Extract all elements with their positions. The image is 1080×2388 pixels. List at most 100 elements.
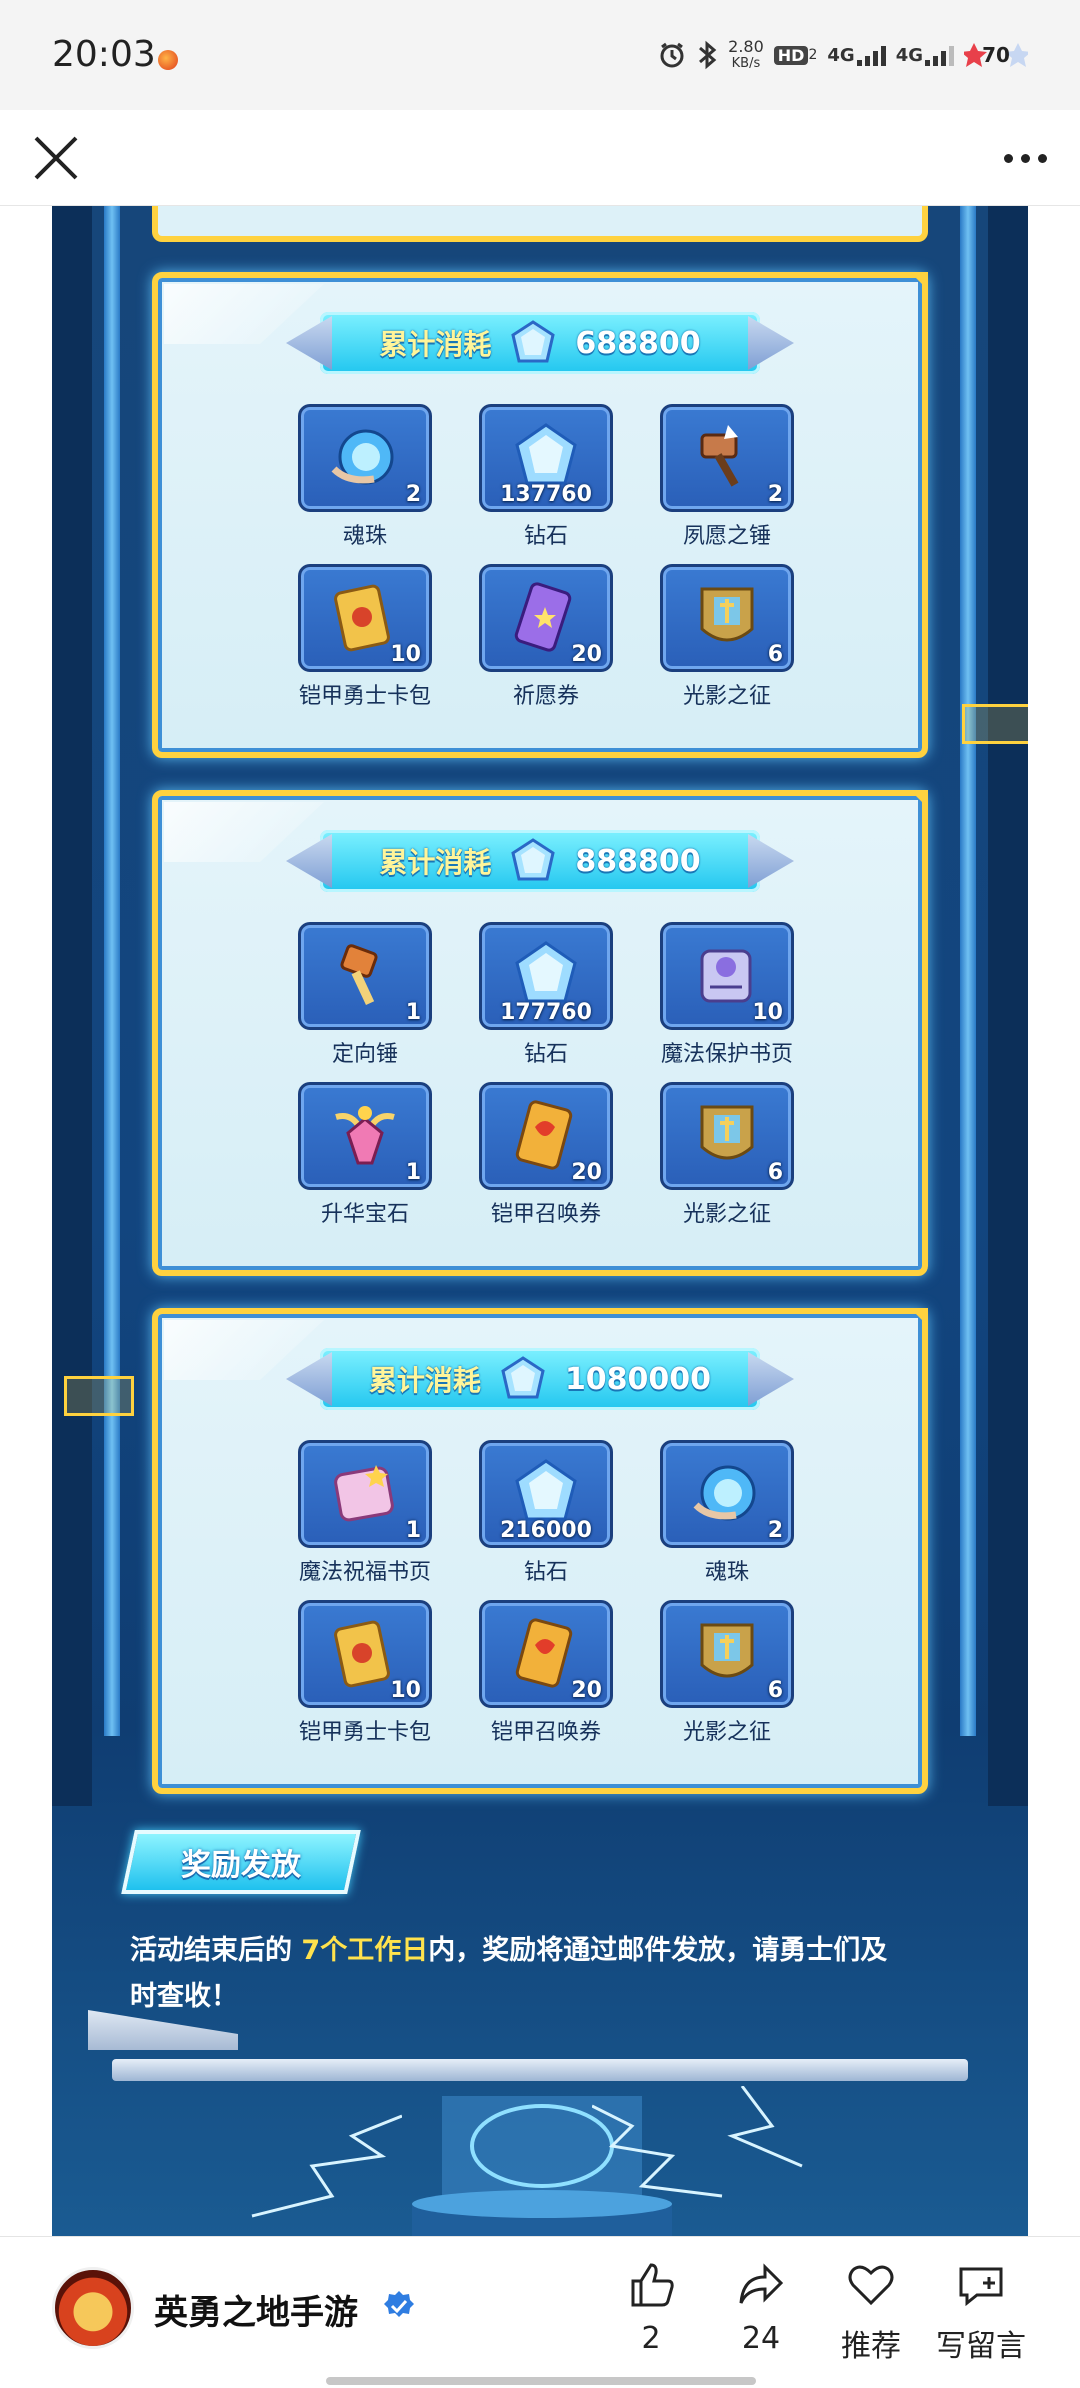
platform-bar-decor <box>112 2059 968 2081</box>
reward-item-box: 2 <box>298 404 432 512</box>
reward-qty: 1 <box>405 1518 421 1543</box>
comment-button[interactable]: 写留言 <box>926 2259 1036 2365</box>
heart-icon <box>848 2265 894 2306</box>
reward-grid: 1 定向锤 177760 钻石 10 魔法保护书页 1 升华宝石 20 铠甲召唤… <box>298 922 794 1227</box>
banner-cap-left <box>286 316 332 370</box>
reward-qty: 216000 <box>500 1518 592 1543</box>
signal-strength-2: 4G <box>896 44 954 66</box>
reward-item: 10 铠甲勇士卡包 <box>298 564 432 709</box>
reward-item-box: 2 <box>660 404 794 512</box>
reward-item: 6 光影之征 <box>660 564 794 709</box>
reward-name: 魂珠 <box>704 1560 749 1585</box>
reward-item: 20 铠甲召唤券 <box>479 1082 613 1227</box>
like-button[interactable]: 2 <box>596 2259 706 2356</box>
lightning-decor <box>592 2086 803 2198</box>
decor-glow-left <box>64 1376 134 1416</box>
signal-2-label: 4G <box>895 45 923 66</box>
account-avatar[interactable] <box>52 2267 134 2349</box>
reward-qty: 6 <box>767 642 783 667</box>
reward-name: 升华宝石 <box>320 1202 409 1227</box>
reward-qty: 10 <box>752 1000 783 1025</box>
lightning-decor <box>251 2114 402 2218</box>
reward-qty: 10 <box>390 1678 421 1703</box>
status-icons: 2.80 KB/s HD 2 4G 4G 70 <box>658 38 1028 72</box>
reward-item: 1 定向锤 <box>298 922 432 1067</box>
reward-name: 夙愿之锤 <box>682 524 771 549</box>
account-name[interactable]: 英勇之地手游 <box>154 2285 358 2334</box>
banner-cap-right <box>748 316 794 370</box>
reward-item-box: 10 <box>660 922 794 1030</box>
reward-item-box: 10 <box>298 564 432 672</box>
reward-item: 1 升华宝石 <box>298 1082 432 1227</box>
battery-indicator: 70 <box>964 41 1028 69</box>
tier-label: 累计消耗 <box>379 328 492 361</box>
reward-name: 定向锤 <box>331 1042 398 1067</box>
signal-bars-icon <box>856 44 886 66</box>
reward-item-box: 1 <box>298 1440 432 1548</box>
clock: 20:03 <box>52 34 156 75</box>
shield-emblem-icon <box>700 587 754 642</box>
battery-level: 70 <box>982 43 1010 67</box>
reward-name: 祈愿券 <box>512 684 579 709</box>
more-dot-icon <box>1003 153 1013 163</box>
reward-item-box: 1 <box>298 922 432 1030</box>
banner-cap-right <box>748 834 794 888</box>
reward-item-box: 137760 <box>479 404 613 512</box>
reward-name: 铠甲召唤券 <box>490 1202 601 1227</box>
directed-hammer-icon <box>340 944 378 1006</box>
reward-item: 2 魂珠 <box>660 1440 794 1585</box>
reward-item-box: 20 <box>479 564 613 672</box>
reward-qty: 2 <box>767 482 783 507</box>
frame-glow-left <box>104 206 120 1736</box>
wish-hammer-icon <box>700 425 739 487</box>
reward-item: 177760 钻石 <box>479 922 613 1067</box>
frame-rail-left <box>52 206 92 1806</box>
comment-label: 写留言 <box>936 2329 1026 2364</box>
hd-sub: 2 <box>808 47 818 63</box>
recommend-button[interactable]: 推荐 <box>816 2259 926 2365</box>
reward-name: 魔法保护书页 <box>660 1042 793 1067</box>
recommend-label: 推荐 <box>841 2329 901 2364</box>
reward-name: 钻石 <box>523 524 568 549</box>
reward-delivery-title: 奖励发放 <box>181 1848 301 1883</box>
close-button[interactable] <box>28 130 84 186</box>
hd-voice-icon: HD 2 <box>773 38 818 72</box>
reward-item-box: 177760 <box>479 922 613 1030</box>
more-dot-icon <box>1020 153 1030 163</box>
frame-rail-right <box>988 206 1028 1806</box>
reward-text-highlight: 7个工作日 <box>301 1935 429 1966</box>
more-dot-icon <box>1037 153 1047 163</box>
tier-banner: 累计消耗 888800 <box>286 830 794 892</box>
diamond-icon <box>501 1356 545 1399</box>
signal-strength-1: 4G <box>827 44 886 66</box>
reward-item: 137760 钻石 <box>479 404 613 549</box>
reward-item-box: 6 <box>660 564 794 672</box>
reward-item-box: 216000 <box>479 1440 613 1548</box>
home-indicator[interactable] <box>326 2377 756 2385</box>
reward-delivery-tag: 奖励发放 <box>121 1830 361 1894</box>
reward-name: 钻石 <box>523 1042 568 1067</box>
banner-cap-left <box>286 1352 332 1406</box>
reward-qty: 2 <box>767 1518 783 1543</box>
decor-glow-right <box>962 704 1028 744</box>
reward-delivery-text: 活动结束后的 7个工作日内，奖励将通过邮件发放，请勇士们及时查收！ <box>130 1928 910 2020</box>
reward-item: 1 魔法祝福书页 <box>298 1440 432 1585</box>
reward-grid: 2 魂珠 137760 钻石 2 夙愿之锤 10 铠甲勇士卡包 20 祈愿券 6… <box>298 404 794 709</box>
reward-text-part: 活动结束后的 <box>130 1935 302 1966</box>
network-speed-value: 2.80 <box>728 37 764 56</box>
reward-item: 6 光影之征 <box>660 1600 794 1745</box>
share-arrow-icon <box>739 2263 784 2304</box>
soul-orb-icon <box>331 429 394 485</box>
tier-label: 累计消耗 <box>368 1364 481 1397</box>
banner-cap-right <box>748 1352 794 1406</box>
share-button[interactable]: 24 <box>706 2259 816 2356</box>
reward-qty: 6 <box>767 1160 783 1185</box>
reward-grid: 1 魔法祝福书页 216000 钻石 2 魂珠 10 铠甲勇士卡包 20 铠甲召… <box>298 1440 794 1745</box>
reward-item: 216000 钻石 <box>479 1440 613 1585</box>
reward-name: 光影之征 <box>682 684 771 709</box>
verified-badge-icon <box>384 2291 414 2317</box>
signal-bars-icon <box>925 44 954 66</box>
more-options-button[interactable] <box>992 130 1058 186</box>
tier-label: 累计消耗 <box>379 846 492 879</box>
reward-item-box: 20 <box>479 1082 613 1190</box>
